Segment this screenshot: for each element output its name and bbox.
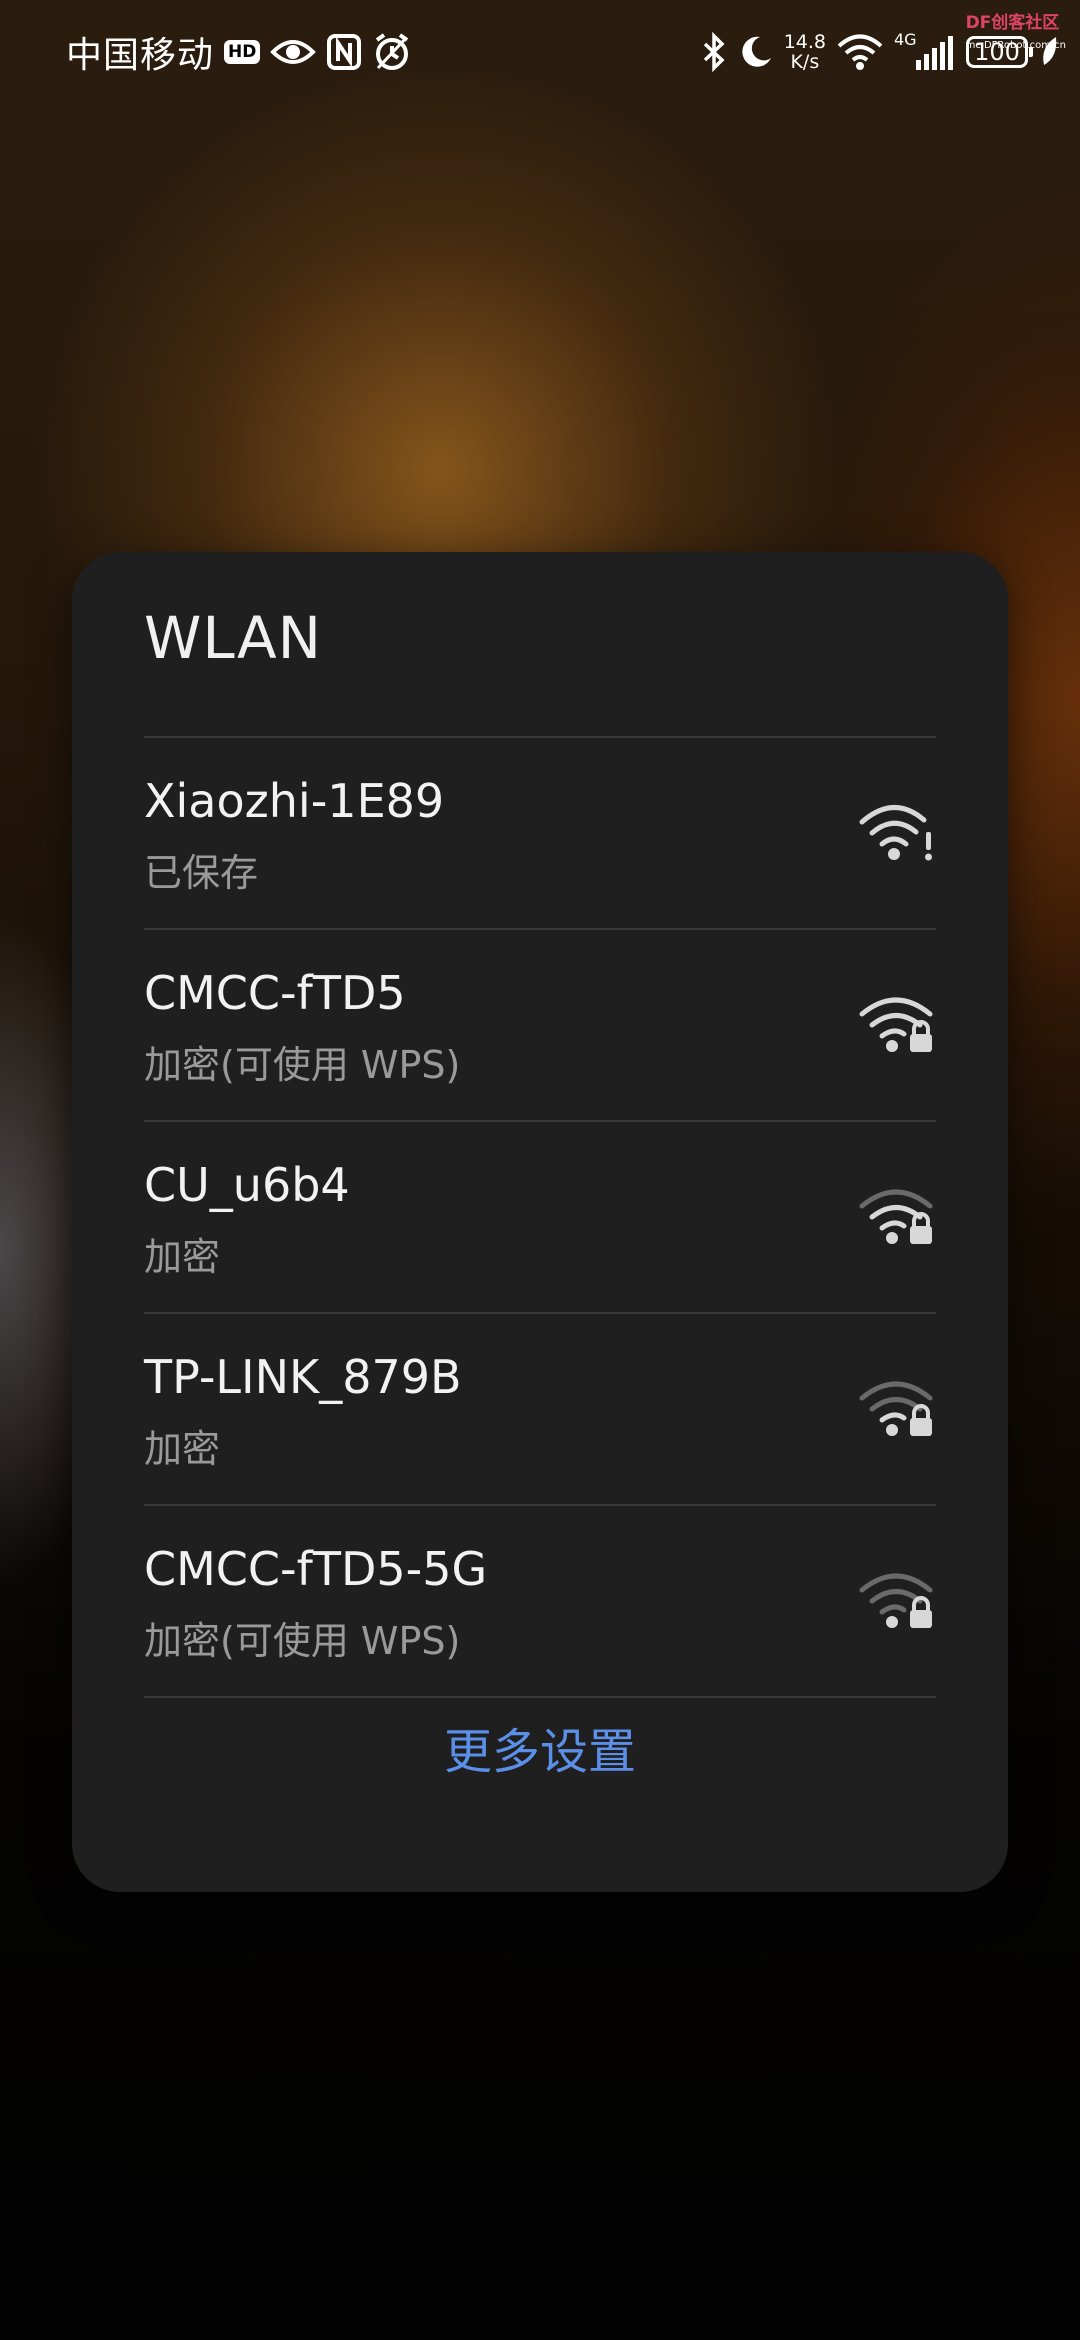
speed-unit: K/s — [790, 51, 820, 73]
wifi-lock-icon — [859, 1573, 933, 1628]
wifi-lock-icon — [859, 1189, 933, 1244]
nfc-icon — [326, 33, 362, 71]
wifi-lock-icon — [859, 997, 933, 1052]
signal-icon: 4G — [894, 30, 956, 72]
speed-value: 14.8 — [783, 31, 826, 53]
network-status: 加密(可使用 WPS) — [144, 1043, 461, 1087]
status-bar-left: 中国移动 HD — [66, 24, 412, 80]
wlan-dialog: WLAN Xiaozhi-1E89 已保存 CMCC-fTD5 加密(可使用 W… — [72, 552, 1008, 1892]
wifi-network-item[interactable]: CMCC-fTD5 加密(可使用 WPS) — [144, 930, 936, 1120]
hd-badge: HD — [224, 40, 261, 64]
carrier-name: 中国移动 — [66, 35, 215, 76]
wifi-lock-icon — [859, 1381, 933, 1436]
network-type: 4G — [894, 30, 917, 49]
eye-icon — [270, 35, 317, 69]
network-name: CU_u6b4 — [144, 1158, 350, 1212]
network-status: 加密 — [144, 1427, 221, 1471]
network-status: 加密 — [144, 1235, 221, 1279]
wifi-warning-icon — [859, 805, 932, 861]
wifi-icon — [836, 33, 884, 71]
bluetooth-icon — [700, 32, 728, 72]
status-bar: 中国移动 HD 14.8 K/s 4G 100 DF创客社区 mc.DFRobo… — [0, 0, 1080, 100]
network-name: CMCC-fTD5 — [144, 966, 406, 1020]
more-settings-button[interactable]: 更多设置 — [72, 1712, 1008, 1782]
network-status: 加密(可使用 WPS) — [144, 1619, 461, 1663]
wifi-network-item[interactable]: TP-LINK_879B 加密 — [144, 1314, 936, 1504]
watermark: DF创客社区 mc.DFRobot.com.cn — [966, 8, 1066, 53]
dialog-title: WLAN — [144, 604, 323, 672]
wifi-network-item[interactable]: CMCC-fTD5-5G 加密(可使用 WPS) — [144, 1506, 936, 1696]
wifi-network-item[interactable]: Xiaozhi-1E89 已保存 — [144, 738, 936, 928]
wifi-network-item[interactable]: CU_u6b4 加密 — [144, 1122, 936, 1312]
network-name: TP-LINK_879B — [144, 1350, 462, 1404]
moon-icon — [738, 34, 774, 70]
divider — [144, 1696, 936, 1698]
alarm-icon — [372, 32, 412, 72]
network-status: 已保存 — [144, 851, 259, 895]
network-name: Xiaozhi-1E89 — [144, 774, 445, 828]
watermark-site: mc.DFRobot.com.cn — [965, 40, 1066, 51]
watermark-brand: DF创客社区 — [965, 13, 1060, 33]
network-speed: 14.8 K/s — [784, 32, 826, 72]
network-name: CMCC-fTD5-5G — [144, 1542, 488, 1596]
